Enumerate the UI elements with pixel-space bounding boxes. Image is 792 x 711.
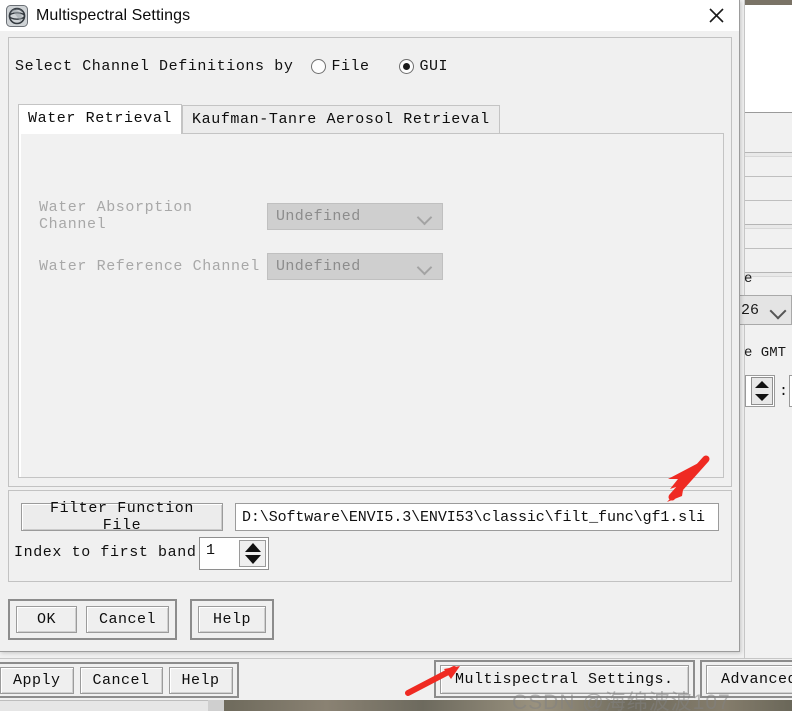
background-spinner-buttons[interactable] (751, 377, 773, 405)
radio-gui-label: GUI (419, 58, 448, 75)
background-divider-row (745, 176, 792, 177)
dialog-cancel-button[interactable]: Cancel (86, 606, 170, 633)
ok-button[interactable]: OK (16, 606, 78, 633)
water-absorption-channel-label: Water Absorption Channel (39, 199, 193, 233)
water-absorption-channel-value: Undefined (276, 207, 361, 225)
radio-gui-icon[interactable] (399, 59, 415, 74)
spinner-up-icon[interactable] (755, 381, 769, 388)
tab-panel-edge (19, 134, 21, 477)
tab-water-retrieval[interactable]: Water Retrieval (18, 104, 183, 134)
advanced-button[interactable]: Advanced (706, 664, 792, 694)
bottom-help-button[interactable]: Help (168, 666, 233, 694)
spinner-down-icon[interactable] (755, 394, 769, 401)
dialog-help-button[interactable]: Help (198, 606, 267, 633)
water-reference-channel-label: Water Reference Channel (39, 258, 260, 275)
tabstrip: Water Retrieval Kaufman-Tanre Aerosol Re… (18, 104, 724, 134)
background-divider-row (745, 200, 792, 201)
background-white-list-area (745, 0, 792, 113)
dialog-titlebar: Multispectral Settings (0, 0, 739, 31)
apply-button-group: Apply Cancel Help (0, 662, 239, 698)
help-button-group: Help (190, 599, 275, 640)
filter-function-file-button[interactable]: Filter Function File (21, 500, 223, 534)
water-reference-channel-value: Undefined (276, 258, 361, 275)
radio-file-label: File (331, 58, 370, 75)
radio-option-gui[interactable]: GUI (399, 58, 448, 75)
background-time-colon: : (779, 383, 789, 400)
dialog-body: Select Channel Definitions by File GUI W… (8, 37, 732, 487)
filter-function-section: Filter Function File D:\Software\ENVI5.3… (8, 490, 732, 582)
index-to-first-band-label: Index to first band (14, 544, 197, 561)
close-icon[interactable] (693, 0, 739, 31)
background-combo[interactable]: 26 (736, 295, 792, 325)
chevron-down-icon (416, 259, 433, 276)
background-spinner[interactable] (745, 375, 775, 407)
dialog-title: Multispectral Settings (36, 6, 191, 24)
background-divider-row (745, 224, 792, 229)
spinner-down-icon[interactable] (244, 555, 261, 564)
bottom-image-strip (224, 700, 792, 711)
background-partial-label-top: e (744, 271, 753, 287)
multispectral-settings-button[interactable]: Multispectral Settings. (440, 664, 689, 694)
screenshot-root: e 26 e GMT : Apply Cancel Help Multispec… (0, 0, 792, 711)
filter-function-file-path-input[interactable]: D:\Software\ENVI5.3\ENVI53\classic\filt_… (235, 503, 719, 531)
chevron-down-icon (769, 302, 787, 320)
background-combo-value: 26 (741, 301, 760, 319)
advanced-group: Advanced (700, 660, 792, 698)
chevron-down-icon (416, 209, 433, 225)
multispectral-settings-dialog: Multispectral Settings Select Channel De… (0, 0, 740, 652)
background-partial-label-gmt: e GMT (744, 345, 787, 361)
bottom-cancel-button[interactable]: Cancel (79, 666, 163, 694)
index-to-first-band-value: 1 (206, 542, 216, 559)
background-divider-row (745, 152, 792, 157)
water-reference-channel-select[interactable]: Undefined (267, 253, 443, 280)
water-absorption-channel-select[interactable]: Undefined (267, 202, 443, 230)
envi-globe-icon (6, 4, 28, 27)
background-divider-row (745, 248, 792, 249)
bottom-strip-gap (208, 700, 224, 711)
tab-kaufman-tanre-aerosol-retrieval[interactable]: Kaufman-Tanre Aerosol Retrieval (182, 105, 500, 134)
select-channel-definitions-row: Select Channel Definitions by File GUI (15, 58, 478, 75)
index-to-first-band-stepper[interactable]: 1 (199, 537, 269, 570)
background-top-strip (745, 0, 792, 5)
multispectral-settings-group: Multispectral Settings. (434, 660, 695, 698)
radio-file-icon[interactable] (311, 59, 327, 74)
select-channel-definitions-label: Select Channel Definitions by (15, 58, 294, 75)
radio-option-file[interactable]: File (311, 58, 369, 75)
bottom-strip-left (0, 700, 208, 711)
spinner-up-icon[interactable] (244, 543, 261, 552)
ok-cancel-button-group: OK Cancel (8, 599, 178, 640)
tab-panel-water-retrieval: Water Absorption Channel Undefined Water… (18, 133, 724, 478)
water-absorption-channel-row: Water Absorption Channel Undefined (39, 199, 443, 233)
index-stepper-buttons[interactable] (239, 540, 266, 567)
apply-button[interactable]: Apply (0, 666, 74, 694)
water-reference-channel-row: Water Reference Channel Undefined (39, 253, 443, 280)
